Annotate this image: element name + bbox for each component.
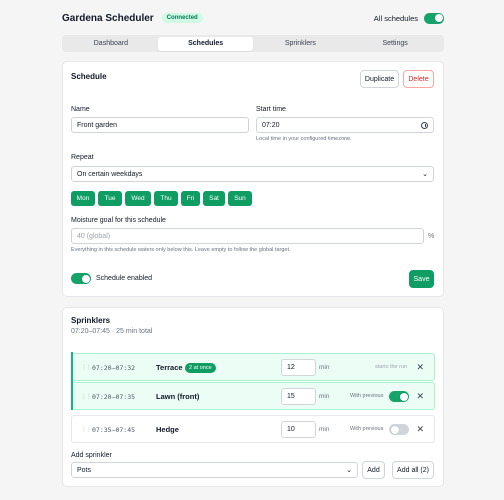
sprinkler-name: Hedge: [156, 425, 179, 434]
add-sprinkler-select[interactable]: Pots ⌄: [71, 462, 358, 478]
start-time-hint: Local time in your configured timezone.: [256, 136, 352, 142]
drag-handle-icon[interactable]: ⋮⋮: [81, 426, 92, 433]
moisture-suffix: %: [428, 233, 435, 240]
tab-settings[interactable]: Settings: [348, 37, 443, 51]
duration-value: 12: [287, 364, 295, 371]
with-previous-toggle[interactable]: [389, 424, 409, 435]
name-field[interactable]: Front garden: [71, 117, 249, 133]
drag-handle-icon[interactable]: ⋮⋮: [81, 393, 92, 400]
duration-input[interactable]: 15: [281, 388, 316, 405]
delete-button[interactable]: Delete: [403, 70, 434, 88]
tab-schedules[interactable]: Schedules: [158, 36, 253, 51]
repeat-label: Repeat: [71, 154, 94, 161]
schedule-enabled-label: Schedule enabled: [96, 275, 153, 282]
sprinkler-time: 07:35–07:45: [92, 426, 136, 434]
app-title: Gardena Scheduler: [62, 12, 154, 24]
moisture-hint: Everything in this schedule waters only …: [71, 247, 291, 253]
add-sprinkler-value: Pots: [77, 466, 92, 474]
all-schedules-label: All schedules: [373, 13, 418, 23]
name-value: Front garden: [77, 121, 118, 129]
repeat-value: On certain weekdays: [77, 170, 143, 178]
app-header: Gardena Scheduler Connected All schedule…: [62, 10, 444, 26]
toggle-knob: [434, 14, 443, 22]
sprinkler-name: Terrace: [156, 363, 183, 372]
day-sun[interactable]: Sun: [228, 191, 252, 206]
toggle-knob: [390, 425, 399, 434]
with-previous-toggle[interactable]: [389, 391, 409, 402]
tab-sprinklers[interactable]: Sprinklers: [253, 37, 348, 51]
all-schedules-toggle[interactable]: [424, 12, 444, 24]
day-mon[interactable]: Mon: [71, 191, 95, 206]
duration-unit: min: [319, 364, 330, 371]
start-time-field[interactable]: 07:20: [256, 117, 434, 133]
moisture-placeholder: 40 (global): [77, 232, 111, 240]
duplicate-button[interactable]: Duplicate: [360, 70, 399, 88]
day-thu[interactable]: Thu: [154, 191, 178, 206]
sprinkler-row-hedge: ⋮⋮ 07:35–07:45 Hedge 10 min With previou…: [71, 415, 435, 443]
drag-handle-icon[interactable]: ⋮⋮: [81, 364, 92, 371]
schedule-enabled-toggle[interactable]: [71, 273, 91, 284]
connection-badge: Connected: [161, 13, 203, 23]
schedule-title: Schedule: [71, 72, 107, 81]
clock-icon[interactable]: [421, 121, 428, 129]
toggle-knob: [81, 274, 90, 283]
toggle-knob: [399, 392, 408, 401]
remove-icon[interactable]: ✕: [416, 362, 424, 373]
duration-value: 10: [287, 426, 295, 433]
duration-unit: min: [319, 393, 330, 400]
moisture-field[interactable]: 40 (global): [71, 228, 424, 244]
remove-icon[interactable]: ✕: [416, 391, 424, 402]
sprinklers-subtitle: 07:20–07:45 · 25 min total: [71, 328, 153, 335]
with-previous-label: With previous: [350, 393, 384, 399]
all-schedules-control: All schedules: [373, 12, 444, 24]
add-button[interactable]: Add: [362, 461, 385, 479]
add-all-button[interactable]: Add all (2): [392, 461, 434, 479]
duration-input[interactable]: 12: [281, 359, 316, 376]
sprinkler-time: 07:20–07:35: [92, 393, 136, 401]
concurrency-badge: 2 at once: [185, 363, 216, 373]
day-sat[interactable]: Sat: [203, 191, 225, 206]
day-wed[interactable]: Wed: [125, 191, 151, 206]
chevron-down-icon: ⌄: [422, 171, 428, 178]
sprinklers-title: Sprinklers: [71, 316, 111, 325]
duration-unit: min: [319, 426, 330, 433]
day-fri[interactable]: Fri: [181, 191, 200, 206]
start-time-value: 07:20: [262, 121, 280, 129]
run-note: starts the run: [375, 364, 408, 370]
start-time-label: Start time: [256, 106, 286, 113]
sprinkler-name: Lawn (front): [156, 392, 200, 401]
brand: Gardena Scheduler Connected: [62, 13, 203, 24]
duration-value: 15: [287, 393, 295, 400]
day-tue[interactable]: Tue: [98, 191, 122, 206]
group-indicator: [71, 352, 73, 410]
chevron-down-icon: ⌄: [346, 467, 352, 474]
tab-dashboard[interactable]: Dashboard: [64, 37, 159, 51]
remove-icon[interactable]: ✕: [416, 424, 424, 435]
add-sprinkler-label: Add sprinkler: [71, 452, 112, 459]
sprinkler-time: 07:20–07:32: [92, 364, 136, 372]
sprinkler-row-terrace: ⋮⋮ 07:20–07:32 Terrace 2 at once 12 min …: [71, 353, 435, 381]
repeat-select[interactable]: On certain weekdays ⌄: [71, 166, 434, 182]
with-previous-label: With previous: [350, 426, 384, 432]
tab-bar: Dashboard Schedules Sprinklers Settings: [62, 35, 444, 52]
name-label: Name: [71, 106, 90, 113]
duration-input[interactable]: 10: [281, 421, 316, 438]
moisture-label: Moisture goal for this schedule: [71, 217, 166, 224]
sprinkler-row-lawn-front: ⋮⋮ 07:20–07:35 Lawn (front) 15 min With …: [71, 382, 435, 410]
save-button[interactable]: Save: [409, 270, 434, 288]
